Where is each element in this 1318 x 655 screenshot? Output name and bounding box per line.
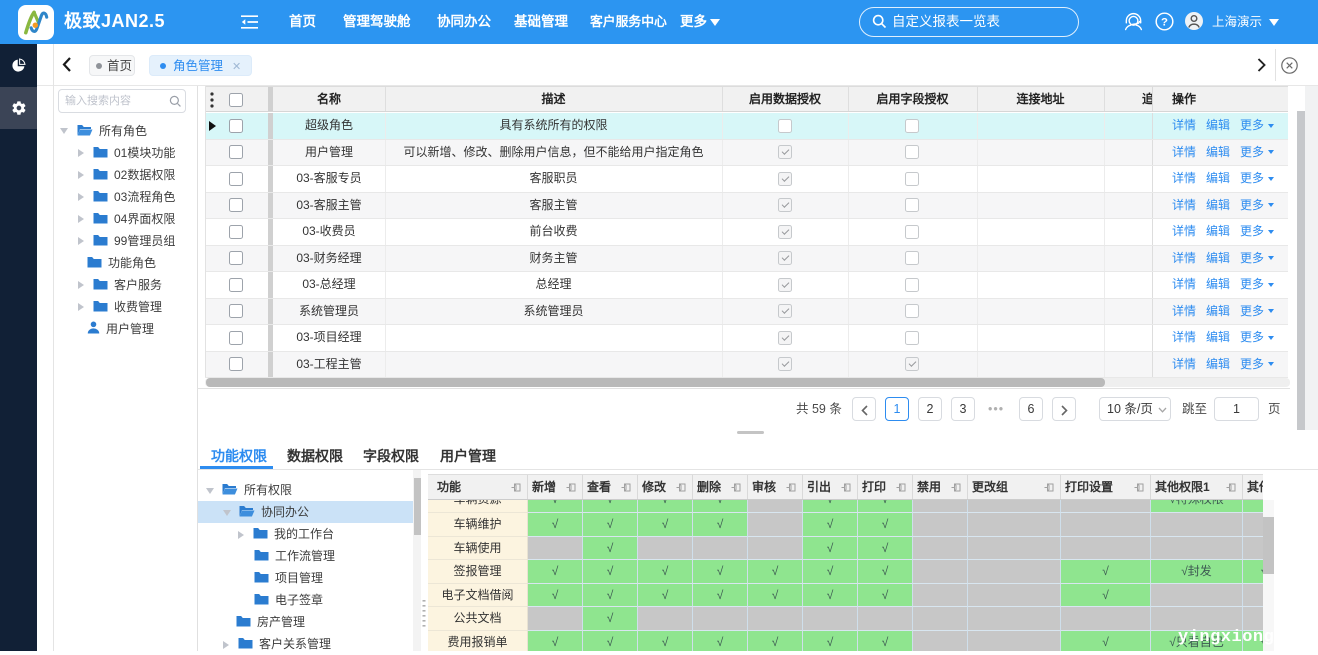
svg-text:?: ? (1161, 16, 1168, 28)
